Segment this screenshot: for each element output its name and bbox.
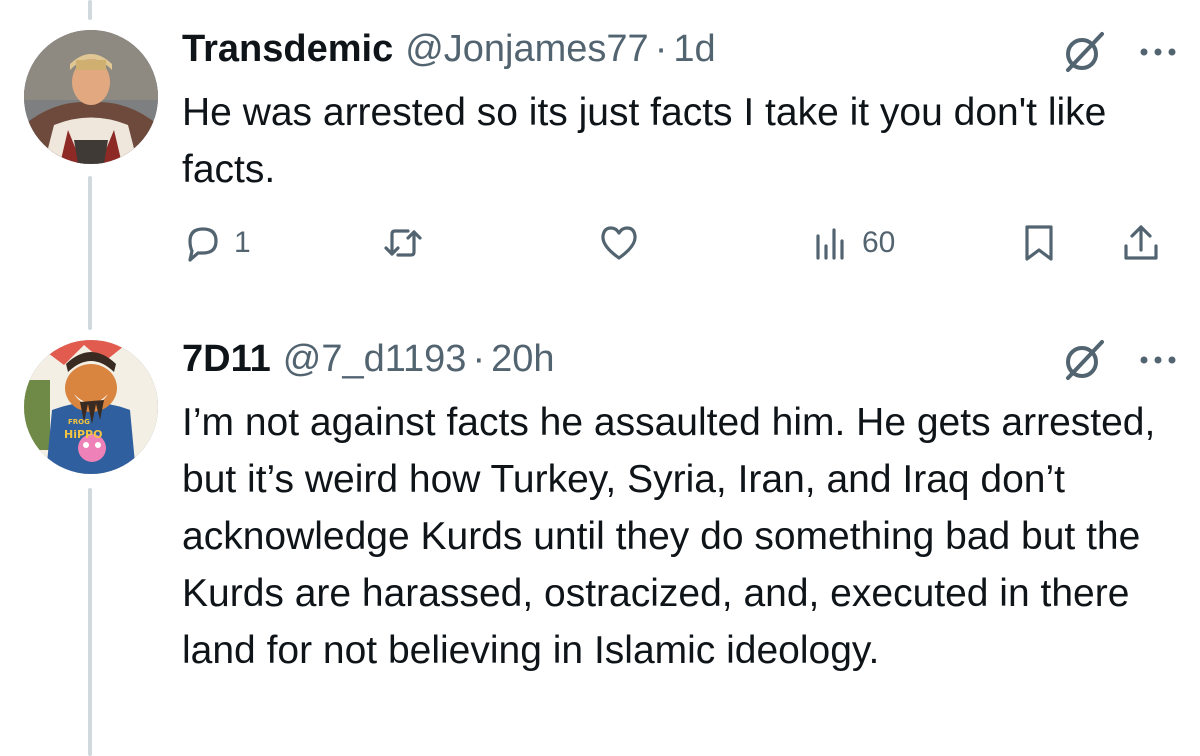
timestamp[interactable]: 20h <box>491 338 554 381</box>
tweet-header: Transdemic @Jonjames77 · 1d <box>182 28 716 71</box>
avatar-shirt-text-1: FROG <box>68 418 90 426</box>
avatar-image <box>24 30 158 164</box>
repost-icon <box>384 229 422 257</box>
more-icon[interactable] <box>1138 350 1178 370</box>
thread-line-middle <box>88 176 92 330</box>
tweet-text: He was arrested so its just facts I take… <box>182 91 1107 191</box>
grok-icon[interactable] <box>1060 336 1108 384</box>
author-name[interactable]: 7D11 <box>182 338 271 381</box>
views-button[interactable]: 60 <box>810 222 895 264</box>
timestamp[interactable]: 1d <box>673 28 715 71</box>
author-handle[interactable]: @Jonjames77 <box>405 28 648 71</box>
avatar[interactable]: FROG HiPPO <box>24 340 158 474</box>
separator: · <box>472 338 486 380</box>
avatar-image: FROG HiPPO <box>24 340 158 474</box>
share-icon <box>1124 225 1158 260</box>
separator: · <box>654 28 668 70</box>
thread-line-bottom <box>88 488 92 756</box>
bookmark-icon <box>1025 225 1053 261</box>
avatar-shirt-text-2: HiPPO <box>64 428 102 441</box>
reply-icon <box>188 227 218 262</box>
author-name[interactable]: Transdemic <box>182 28 393 71</box>
grok-icon[interactable] <box>1060 28 1108 76</box>
share-button[interactable] <box>1120 222 1162 264</box>
reply-button[interactable]: 1 <box>182 222 251 264</box>
repost-button[interactable] <box>382 222 434 264</box>
avatar[interactable] <box>24 30 158 164</box>
tweet-header: 7D11 @7_d1193 · 20h <box>182 338 555 381</box>
bookmark-button[interactable] <box>1018 222 1060 264</box>
action-bar: 1 60 <box>182 214 1172 274</box>
heart-icon <box>601 226 637 260</box>
thread-line-top <box>88 0 92 20</box>
views-count: 60 <box>862 226 896 259</box>
author-handle[interactable]: @7_d1193 <box>283 338 467 381</box>
reply-count: 1 <box>234 226 251 259</box>
views-icon <box>816 228 844 260</box>
like-button[interactable] <box>598 222 650 264</box>
tweet-text: I’m not against facts he assaulted him. … <box>182 401 1156 672</box>
more-icon[interactable] <box>1138 42 1178 62</box>
